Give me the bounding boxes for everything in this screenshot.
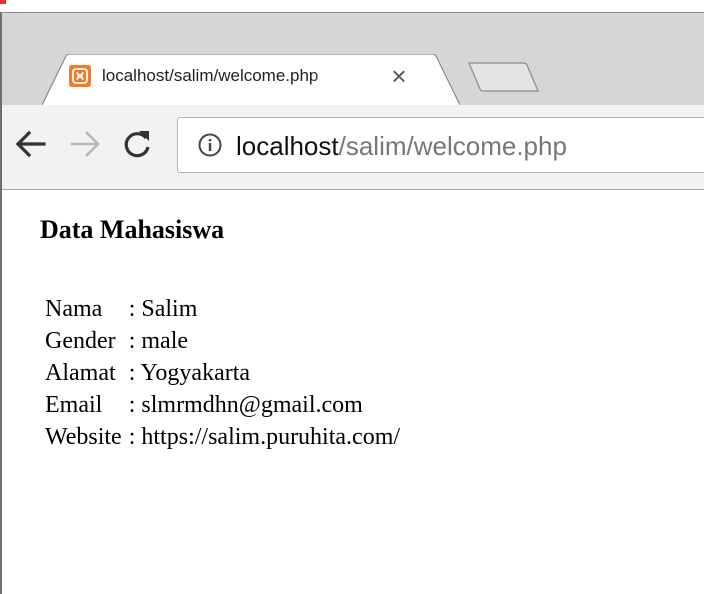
field-separator: : [128,360,136,386]
tab-active[interactable]: localhost/salim/welcome.php × [42,54,460,105]
student-data-table: Nama: Salim Gender: male Alamat: Yogyakart… [42,293,404,453]
top-crop-strip [0,0,704,12]
new-tab-button[interactable] [468,62,540,92]
page-title: Data Mahasiswa [40,215,225,244]
info-icon[interactable] [198,133,222,157]
reload-icon[interactable] [120,127,154,161]
field-label: Alamat [45,360,116,386]
close-icon[interactable]: × [386,63,412,89]
table-row: Email: slmrmdhn@gmail.com [42,389,404,421]
tab-title: localhost/salim/welcome.php [102,64,342,88]
field-value-text: slmrmdhn@gmail.com [141,392,363,418]
table-row: Nama: Salim [42,293,404,325]
xampp-icon [69,65,91,87]
browser-toolbar: localhost/salim/welcome.php [2,105,704,190]
field-value: : Salim [126,293,404,325]
browser-window: localhost/salim/welcome.php × localhost/… [0,12,704,594]
field-separator: : [128,328,136,354]
field-value: : male [126,325,404,357]
field-value-text: https://salim.puruhita.com/ [141,424,401,450]
address-bar[interactable]: localhost/salim/welcome.php [177,117,704,173]
field-label: Nama [45,296,103,322]
table-row: Gender: male [42,325,404,357]
field-separator: : [128,296,136,322]
field-value-text: Salim [141,296,198,322]
tab-strip: localhost/salim/welcome.php × [2,13,704,105]
field-value: : slmrmdhn@gmail.com [126,389,404,421]
table-row: Alamat: Yogyakarta [42,357,404,389]
field-label: Gender [45,328,116,354]
field-label: Email [45,392,103,418]
url-path: /salim/welcome.php [338,131,567,161]
back-arrow-icon[interactable] [14,127,48,161]
page-content: Data Mahasiswa Nama: Salim Gender: male Al… [2,190,704,594]
field-value-text: Yogyakarta [140,360,251,386]
field-value: : https://salim.puruhita.com/ [126,421,404,453]
red-corner-mark [0,0,6,4]
field-separator: : [128,392,136,418]
url-text[interactable]: localhost/salim/welcome.php [236,130,567,162]
field-value-text: male [141,328,189,354]
forward-arrow-icon[interactable] [68,127,102,161]
table-row: Website: https://salim.puruhita.com/ [42,421,404,453]
field-separator: : [128,424,136,450]
field-value: : Yogyakarta [126,357,404,389]
field-label: Website [45,424,122,450]
url-host: localhost [236,131,339,161]
